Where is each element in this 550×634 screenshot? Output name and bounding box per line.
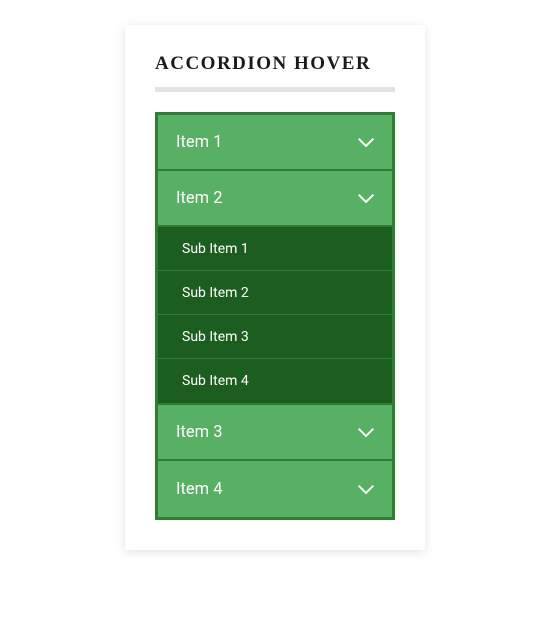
accordion-item-label: Item 3	[176, 423, 222, 442]
accordion-subitem-label: Sub Item 2	[182, 285, 249, 301]
accordion-subitem[interactable]: Sub Item 1	[158, 227, 392, 271]
accordion-item-label: Item 1	[176, 133, 222, 152]
page-title: ACCORDION HOVER	[155, 53, 395, 75]
divider	[155, 87, 395, 92]
accordion-item-4[interactable]: Item 4	[158, 461, 392, 517]
accordion-subitem[interactable]: Sub Item 4	[158, 359, 392, 403]
accordion-item-label: Item 4	[176, 480, 222, 499]
accordion-item-2[interactable]: Item 2	[158, 171, 392, 227]
chevron-down-icon	[358, 136, 374, 148]
accordion: Item 1 Item 2 Sub Item 1 Sub Item 2 Sub …	[155, 112, 395, 520]
chevron-down-icon	[358, 426, 374, 438]
accordion-subitem[interactable]: Sub Item 2	[158, 271, 392, 315]
accordion-item-1[interactable]: Item 1	[158, 115, 392, 171]
accordion-card: ACCORDION HOVER Item 1 Item 2 Sub Item 1…	[125, 25, 425, 550]
accordion-subitem-label: Sub Item 3	[182, 329, 249, 345]
accordion-item-label: Item 2	[176, 189, 222, 208]
accordion-sublist: Sub Item 1 Sub Item 2 Sub Item 3 Sub Ite…	[158, 227, 392, 405]
accordion-subitem[interactable]: Sub Item 3	[158, 315, 392, 359]
accordion-item-3[interactable]: Item 3	[158, 405, 392, 461]
accordion-subitem-label: Sub Item 1	[182, 241, 249, 257]
chevron-down-icon	[358, 192, 374, 204]
chevron-down-icon	[358, 483, 374, 495]
accordion-subitem-label: Sub Item 4	[182, 373, 249, 389]
